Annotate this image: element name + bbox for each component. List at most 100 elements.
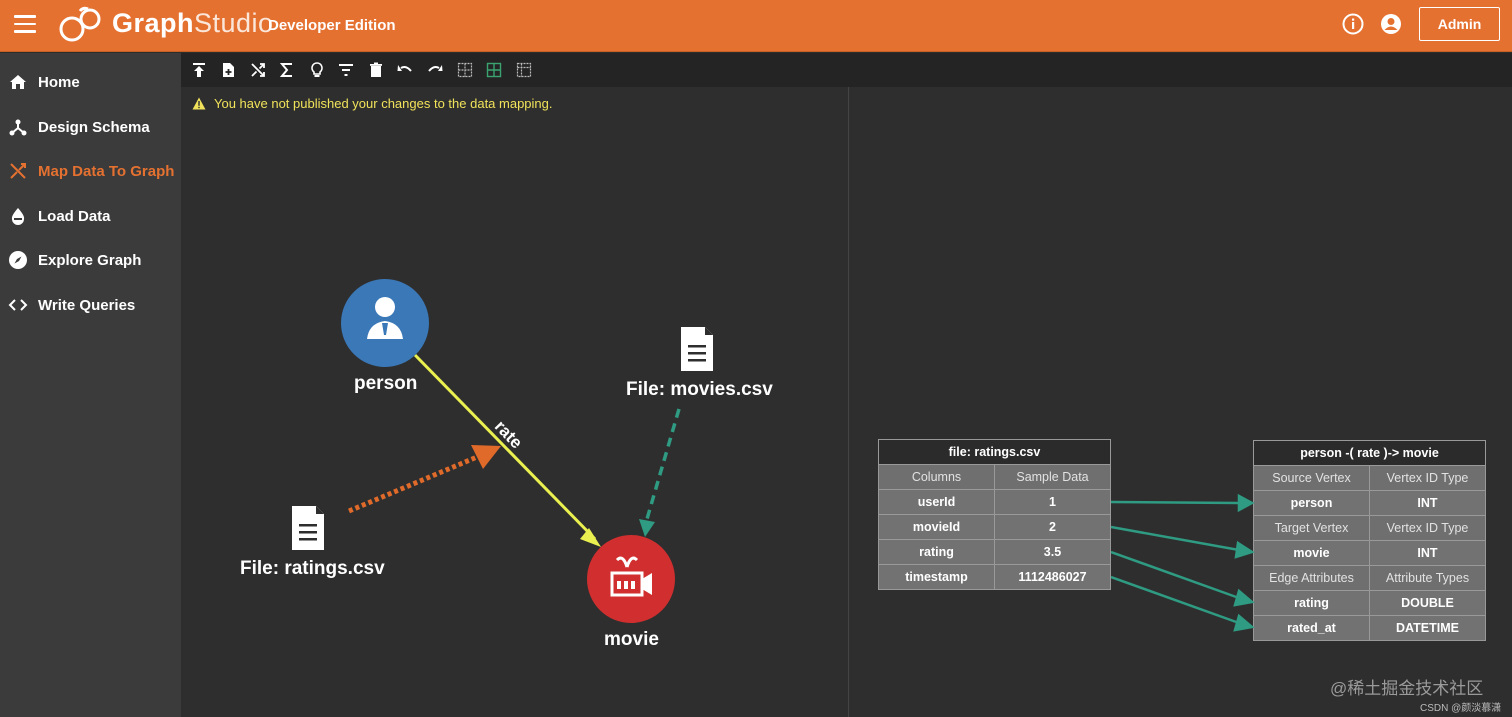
field-name: rated_at: [1253, 615, 1370, 641]
sidebar-item-label: Write Queries: [38, 296, 136, 314]
ratings-mapping-arrowhead: [471, 445, 501, 469]
mapping-arrow[interactable]: [1111, 550, 1240, 600]
sidebar-item-home[interactable]: Home: [0, 62, 181, 102]
mapping-arrow[interactable]: [1111, 525, 1240, 552]
table-row[interactable]: timestamp 1112486027: [878, 564, 1111, 590]
column-header: Attribute Types: [1369, 565, 1486, 591]
table-icon[interactable]: [457, 62, 473, 78]
sidebar-item-label: Map Data To Graph: [38, 162, 175, 180]
sidebar-item-label: Home: [38, 73, 80, 91]
sidebar-item-label: Design Schema: [38, 118, 150, 136]
field-name: movie: [1253, 540, 1370, 566]
column-header: Vertex ID Type: [1369, 515, 1486, 541]
movie-node[interactable]: [587, 535, 675, 623]
add-file-icon[interactable]: [220, 62, 236, 78]
code-icon: [8, 299, 28, 311]
toolbar: [181, 53, 1512, 87]
map-data-icon: [10, 163, 26, 179]
column-name: userId: [878, 489, 995, 515]
source-table-title: file: ratings.csv: [878, 439, 1111, 465]
field-type: DOUBLE: [1369, 590, 1486, 616]
sample-value: 3.5: [994, 539, 1111, 565]
column-header: Vertex ID Type: [1369, 465, 1486, 491]
sample-value: 1112486027: [994, 564, 1111, 590]
redo-icon[interactable]: [427, 62, 443, 78]
compass-icon: [9, 251, 27, 269]
target-table-title: person -( rate )-> movie: [1253, 440, 1486, 466]
movies-mapping-line[interactable]: [645, 408, 681, 520]
person-node[interactable]: [341, 279, 429, 367]
menu-icon[interactable]: [14, 15, 36, 35]
edition-label: Developer Edition: [268, 17, 396, 34]
brand-name: GraphStudio: [112, 8, 274, 39]
field-type: DATETIME: [1369, 615, 1486, 641]
load-data-icon: [11, 208, 25, 225]
mapping-arrowhead: [1233, 613, 1255, 632]
sidebar-item-design-schema[interactable]: Design Schema: [0, 107, 181, 147]
ratings-file-node[interactable]: [292, 506, 324, 550]
table-row[interactable]: rated_at DATETIME: [1253, 615, 1486, 641]
field-type: INT: [1369, 490, 1486, 516]
sidebar-item-map-data[interactable]: Map Data To Graph: [0, 151, 181, 191]
rate-edge[interactable]: [413, 353, 597, 541]
table-row[interactable]: person INT: [1253, 490, 1486, 516]
column-header: Source Vertex: [1253, 465, 1370, 491]
brand-prefix: Graph: [112, 8, 195, 38]
graphstudio-logo-icon: [59, 6, 101, 42]
token-function-icon[interactable]: [309, 62, 325, 78]
brand-suffix: Studio: [194, 8, 274, 38]
graph-drawing: rate: [292, 279, 713, 623]
delete-icon[interactable]: [368, 62, 384, 78]
admin-button[interactable]: Admin: [1419, 7, 1500, 41]
movies-file-node[interactable]: [681, 327, 713, 371]
watermark-small: CSDN @颜淡慕潇: [1420, 703, 1502, 714]
top-bar: GraphStudio Developer Edition Admin: [0, 0, 1512, 52]
table-alt-icon[interactable]: [516, 62, 532, 78]
mapping-arrowhead: [1233, 588, 1255, 607]
column-name: rating: [878, 539, 995, 565]
mapping-arrow[interactable]: [1111, 575, 1240, 625]
map-icon[interactable]: [250, 62, 266, 78]
table-green-icon[interactable]: [486, 62, 502, 78]
undo-icon[interactable]: [397, 62, 413, 78]
column-header: Edge Attributes: [1253, 565, 1370, 591]
movie-node-label: movie: [604, 629, 659, 650]
sidebar-item-write-queries[interactable]: Write Queries: [0, 285, 181, 325]
sidebar-item-label: Load Data: [38, 207, 111, 225]
sum-icon[interactable]: [279, 62, 295, 78]
source-file-table: file: ratings.csv Columns Sample Data us…: [878, 439, 1111, 590]
sidebar-item-label: Explore Graph: [38, 251, 142, 269]
filter-icon[interactable]: [338, 62, 354, 78]
field-name: rating: [1253, 590, 1370, 616]
schema-icon: [9, 119, 27, 136]
ratings-file-label: File: ratings.csv: [240, 558, 385, 579]
column-header: Sample Data: [994, 464, 1111, 490]
target-edge-table: person -( rate )-> movie Source Vertex Ve…: [1253, 440, 1486, 641]
sidebar: Home Design Schema Map Data To Graph Loa…: [0, 53, 181, 717]
movies-file-label: File: movies.csv: [626, 379, 773, 400]
movies-mapping-arrowhead: [639, 519, 655, 537]
user-account-icon[interactable]: [1380, 13, 1402, 35]
table-row[interactable]: movie INT: [1253, 540, 1486, 566]
mapping-arrowhead: [1234, 540, 1255, 559]
column-name: timestamp: [878, 564, 995, 590]
publish-icon[interactable]: [191, 62, 207, 78]
table-row[interactable]: rating DOUBLE: [1253, 590, 1486, 616]
sidebar-item-load-data[interactable]: Load Data: [0, 196, 181, 236]
table-row[interactable]: userId 1: [878, 489, 1111, 515]
table-row[interactable]: rating 3.5: [878, 539, 1111, 565]
home-icon: [10, 75, 26, 89]
ratings-mapping-line[interactable]: [348, 454, 478, 514]
mapping-arrowhead: [1237, 493, 1255, 513]
field-name: person: [1253, 490, 1370, 516]
sidebar-item-explore-graph[interactable]: Explore Graph: [0, 240, 181, 280]
info-icon[interactable]: [1342, 13, 1364, 35]
table-row[interactable]: movieId 2: [878, 514, 1111, 540]
column-name: movieId: [878, 514, 995, 540]
rate-edge-arrowhead: [580, 528, 601, 547]
column-header: Target Vertex: [1253, 515, 1370, 541]
mapping-arrow[interactable]: [1111, 500, 1240, 505]
sample-value: 1: [994, 489, 1111, 515]
watermark: @稀土掘金技术社区: [1330, 679, 1484, 698]
column-header: Columns: [878, 464, 995, 490]
